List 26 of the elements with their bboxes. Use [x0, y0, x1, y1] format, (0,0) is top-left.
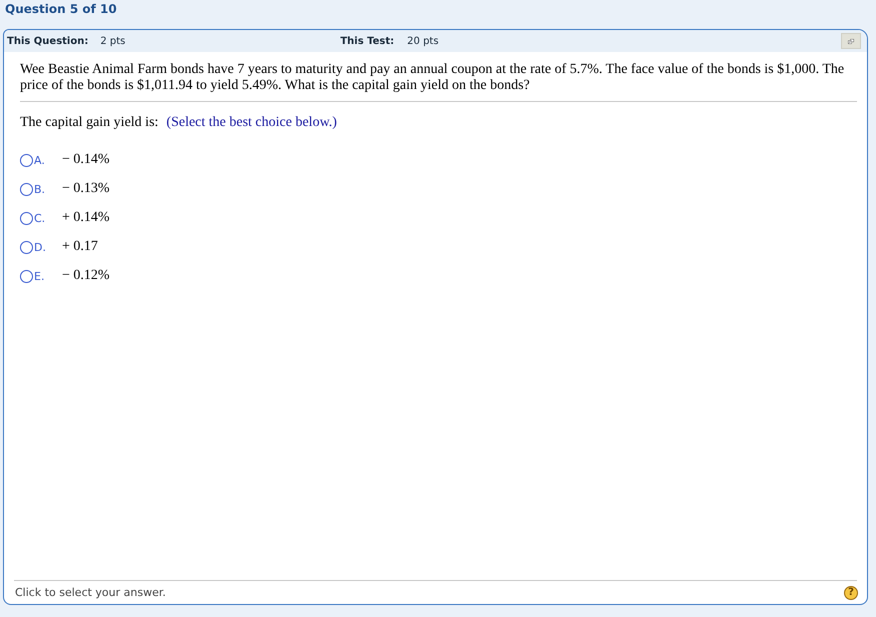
choice-text[interactable]: − 0.12%	[62, 268, 110, 284]
radio-button[interactable]	[20, 270, 33, 282]
choice-text[interactable]: + 0.17	[62, 239, 98, 255]
radio-button[interactable]	[20, 240, 33, 254]
choice-letter[interactable]: E.	[34, 270, 62, 282]
radio-button[interactable]	[20, 212, 33, 224]
radio-button[interactable]	[20, 182, 33, 196]
choice-letter[interactable]: D.	[34, 240, 62, 254]
question-points-label: This Question:	[7, 36, 88, 46]
instruction-text: (Select the best choice below.)	[166, 115, 337, 131]
radio-button[interactable]	[20, 154, 33, 166]
question-points-value: 2 pts	[100, 36, 126, 46]
status-text: Click to select your answer.	[15, 586, 166, 599]
help-button[interactable]: ?	[844, 586, 858, 600]
choice-text[interactable]: − 0.13%	[62, 181, 110, 197]
question-counter: Question 5 of 10	[4, 1, 118, 18]
choice-letter[interactable]: B.	[34, 182, 62, 196]
test-points-value: 20 pts	[407, 36, 439, 46]
question-text: Wee Beastie Animal Farm bonds have 7 years to maturity and pay an annual coupon at the rate of 5.7%. The face value of the bonds is $1,000. The price of the bonds is $1,011.94 to yield 5.49%. What is the capital gain yield on the bonds?	[20, 62, 857, 102]
choice-text[interactable]: − 0.14%	[62, 152, 110, 168]
test-points-label: This Test:	[340, 36, 394, 46]
answer-prompt: The capital gain yield is:	[20, 115, 158, 131]
choice-letter[interactable]: A.	[34, 154, 62, 166]
choice-text[interactable]: + 0.14%	[62, 210, 110, 226]
popout-button[interactable]	[841, 33, 861, 49]
choice-letter[interactable]: C.	[34, 212, 62, 224]
